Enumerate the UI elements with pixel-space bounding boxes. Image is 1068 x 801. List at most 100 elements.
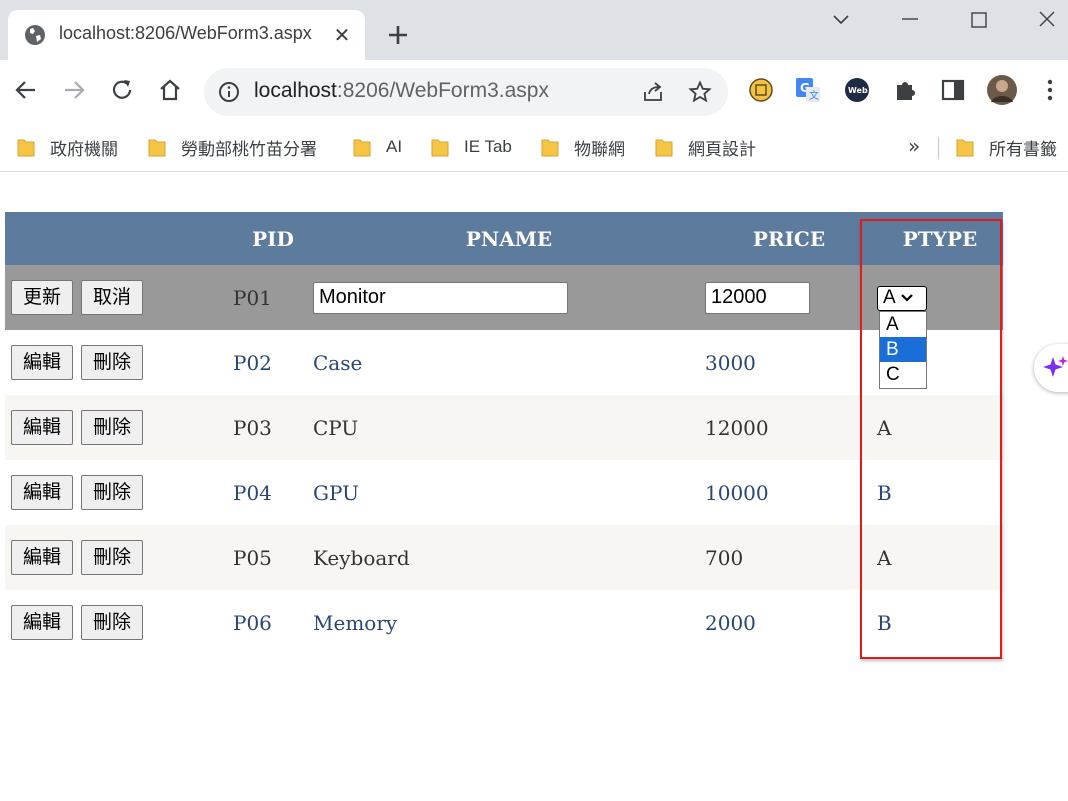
bookmark-label: 所有書籤 xyxy=(989,139,1057,159)
ptype-option-c[interactable]: C xyxy=(880,362,926,387)
pid-cell: P06 xyxy=(233,590,313,655)
folder-icon xyxy=(655,139,673,157)
edit-button[interactable]: 編輯 xyxy=(11,475,74,510)
tab-close-icon[interactable]: ✕ xyxy=(330,23,354,47)
profile-avatar[interactable] xyxy=(986,74,1018,106)
bookmark-folder[interactable]: 政府機關 xyxy=(17,134,118,160)
grid-header-row: PID PNAME PRICE PTYPE xyxy=(5,212,1003,265)
header-commands xyxy=(5,212,233,265)
ptype-option-a[interactable]: A xyxy=(880,312,926,337)
minimize-icon[interactable] xyxy=(895,6,925,36)
pname-cell xyxy=(313,265,705,330)
url-text[interactable]: localhost:8206/WebForm3.aspx xyxy=(254,79,549,103)
bookmark-folder[interactable]: 勞動部桃竹苗分署 xyxy=(148,134,317,160)
command-cell: 編輯 刪除 xyxy=(5,330,233,395)
bookmark-folder[interactable]: 網頁設計 xyxy=(655,134,756,160)
product-gridview: PID PNAME PRICE PTYPE 更新取消 P01 A 編輯刪除 P0… xyxy=(5,212,1003,655)
tab-search-icon[interactable] xyxy=(826,6,856,36)
info-icon[interactable] xyxy=(218,81,240,103)
pname-input[interactable] xyxy=(313,281,568,314)
folder-icon xyxy=(431,139,449,157)
header-pid: PID xyxy=(233,212,313,265)
bookmark-label: 勞動部桃竹苗分署 xyxy=(181,139,317,159)
bookmark-folder[interactable]: AI xyxy=(353,134,402,160)
maximize-icon[interactable] xyxy=(964,6,994,36)
price-cell: 10000 xyxy=(705,460,873,525)
bookmarks-divider xyxy=(938,137,939,159)
bookmarks-overflow-button[interactable]: » xyxy=(908,134,920,158)
table-row: 編輯 刪除 P06 Memory 2000 B xyxy=(5,590,1003,655)
tab-title: localhost:8206/WebForm3.aspx xyxy=(59,23,312,43)
bookmark-folder[interactable]: 物聯網 xyxy=(541,134,625,160)
price-cell: 2000 xyxy=(705,590,873,655)
bookmark-label: 網頁設計 xyxy=(688,139,756,159)
share-icon[interactable] xyxy=(641,80,665,104)
home-icon[interactable] xyxy=(156,76,184,104)
pname-cell: Case xyxy=(313,330,705,395)
bookmarks-bar: 政府機關 勞動部桃竹苗分署 AI IE Tab 物聯網 網頁設計 » 所有書籤 xyxy=(0,124,1068,172)
webchatgpt-icon[interactable]: Web xyxy=(843,76,871,104)
bookmark-folder[interactable]: IE Tab xyxy=(431,134,512,160)
edit-button[interactable]: 編輯 xyxy=(11,605,74,640)
new-tab-icon[interactable] xyxy=(385,22,411,48)
price-cell: 3000 xyxy=(705,330,873,395)
edit-row: 更新取消 P01 A xyxy=(5,265,1003,330)
more-menu-icon[interactable] xyxy=(1036,76,1064,104)
table-row: 編輯 刪除 P03 CPU 12000 A xyxy=(5,395,1003,460)
command-cell: 更新 取消 xyxy=(5,265,233,330)
price-cell xyxy=(705,265,873,330)
pname-cell: Memory xyxy=(313,590,705,655)
all-bookmarks-folder[interactable]: 所有書籤 xyxy=(956,134,1057,160)
delete-button[interactable]: 刪除 xyxy=(81,475,144,510)
folder-icon xyxy=(541,139,559,157)
edit-button[interactable]: 編輯 xyxy=(11,345,74,380)
cancel-button[interactable]: 取消 xyxy=(81,280,144,315)
forward-arrow-icon[interactable] xyxy=(60,76,88,104)
delete-button[interactable]: 刪除 xyxy=(81,605,144,640)
svg-text:文: 文 xyxy=(809,89,819,102)
reload-icon[interactable] xyxy=(108,76,136,104)
window-close-icon[interactable] xyxy=(1032,6,1062,36)
pname-cell: GPU xyxy=(313,460,705,525)
ptype-options-list: A B C xyxy=(879,311,927,389)
edit-button[interactable]: 編輯 xyxy=(11,540,74,575)
folder-icon xyxy=(148,139,166,157)
command-cell: 編輯 刪除 xyxy=(5,395,233,460)
pid-cell: P03 xyxy=(233,395,313,460)
pid-cell: P04 xyxy=(233,460,313,525)
bookmark-label: IE Tab xyxy=(464,137,512,156)
command-cell: 編輯 刪除 xyxy=(5,460,233,525)
address-bar[interactable]: localhost:8206/WebForm3.aspx xyxy=(204,68,728,116)
folder-icon xyxy=(956,139,974,157)
ptype-column-highlight xyxy=(860,219,1002,659)
back-arrow-icon[interactable] xyxy=(12,76,40,104)
folder-icon xyxy=(353,139,371,157)
side-panel-icon[interactable] xyxy=(939,76,967,104)
pid-cell: P05 xyxy=(233,525,313,590)
table-row: 編輯 刪除 P04 GPU 10000 B xyxy=(5,460,1003,525)
command-cell: 編輯 刪除 xyxy=(5,590,233,655)
command-cell: 編輯 刪除 xyxy=(5,525,233,590)
delete-button[interactable]: 刪除 xyxy=(81,345,144,380)
table-row: 編輯 刪除 P05 Keyboard 700 A xyxy=(5,525,1003,590)
edit-button[interactable]: 編輯 xyxy=(11,410,74,445)
extensions-puzzle-icon[interactable] xyxy=(891,76,919,104)
bookmark-label: AI xyxy=(386,137,403,156)
ptype-option-b[interactable]: B xyxy=(880,337,926,362)
tab-strip: localhost:8206/WebForm3.aspx ✕ xyxy=(0,0,1068,60)
svg-text:Web: Web xyxy=(848,86,868,95)
google-translate-icon[interactable]: G 文 xyxy=(794,76,822,104)
folder-icon xyxy=(17,139,35,157)
side-assistant-button[interactable] xyxy=(1034,344,1068,392)
bookmark-star-icon[interactable] xyxy=(688,80,712,104)
browser-toolbar: localhost:8206/WebForm3.aspx G 文 Web xyxy=(0,60,1068,124)
url-path: :8206/WebForm3.aspx xyxy=(336,79,549,102)
globe-icon xyxy=(25,25,45,45)
delete-button[interactable]: 刪除 xyxy=(81,410,144,445)
browser-tab[interactable]: localhost:8206/WebForm3.aspx ✕ xyxy=(8,10,365,60)
price-input[interactable] xyxy=(705,281,810,314)
update-button[interactable]: 更新 xyxy=(11,280,74,315)
price-cell: 12000 xyxy=(705,395,873,460)
extension-shield-icon[interactable] xyxy=(747,76,775,104)
delete-button[interactable]: 刪除 xyxy=(81,540,144,575)
